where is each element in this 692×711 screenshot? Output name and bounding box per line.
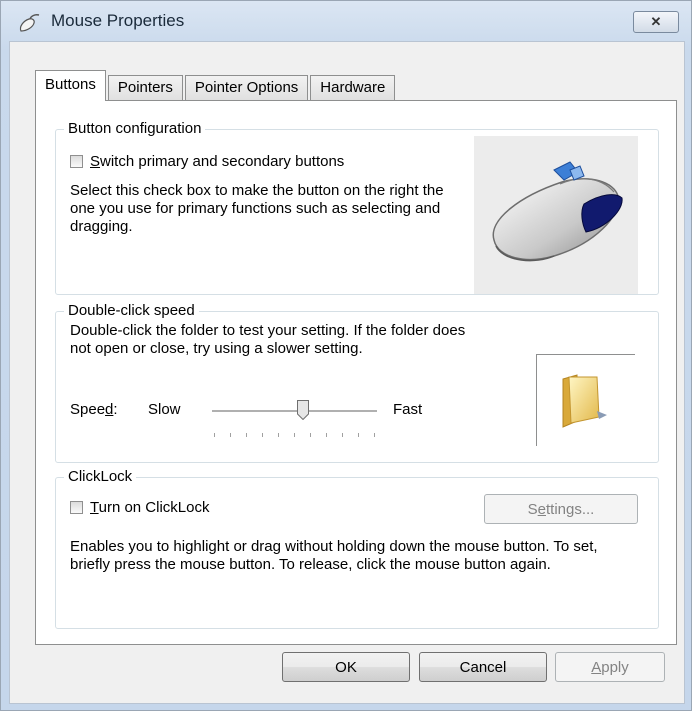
speed-tick (342, 433, 343, 437)
switch-buttons-label: witch primary and secondary buttons (100, 153, 345, 170)
tab-pointers[interactable]: Pointers (107, 75, 183, 100)
double-click-speed-title: Double-click speed (64, 302, 199, 320)
tab-hardware[interactable]: Hardware (310, 75, 396, 100)
clicklock-checkbox[interactable] (70, 501, 83, 514)
speed-tick (326, 433, 327, 437)
speed-tick (230, 433, 231, 437)
speed-tick (374, 433, 375, 437)
tab-strip: Buttons Pointers Pointer Options Hardwar… (35, 70, 397, 101)
test-folder-area[interactable] (536, 354, 635, 446)
mouse-title-icon (17, 13, 43, 35)
clicklock-title: ClickLock (64, 468, 137, 486)
speed-tick (278, 433, 279, 437)
apply-button[interactable]: Apply (555, 652, 665, 682)
slow-label: Slow (148, 401, 181, 418)
speed-tick (358, 433, 359, 437)
speed-slider-thumb[interactable] (296, 400, 309, 420)
fast-label: Fast (393, 401, 423, 418)
clicklock-label: urn on ClickLock (98, 499, 210, 516)
switch-buttons-label-accel: S (90, 153, 101, 170)
title-bar[interactable]: Mouse Properties ✕ (1, 1, 691, 41)
mouse-properties-window: Mouse Properties ✕ Buttons Pointers Poin… (0, 0, 692, 711)
speed-tick (246, 433, 247, 437)
speed-tick (262, 433, 263, 437)
ok-button[interactable]: OK (282, 652, 410, 682)
double-click-description: Double-click the folder to test your set… (70, 322, 466, 357)
button-configuration-description: Select this check box to make the button… (70, 182, 444, 235)
tab-pointer-options[interactable]: Pointer Options (184, 75, 309, 100)
folder-icon (562, 374, 607, 428)
switch-buttons-checkbox[interactable] (70, 155, 83, 168)
window-title: Mouse Properties (51, 11, 185, 30)
speed-tick (214, 433, 215, 437)
clicklock-group: ClickLock Turn on ClickLock Se ttings... … (55, 468, 659, 629)
buttons-tab-panel: Button configuration Switch primary and … (35, 100, 677, 645)
button-configuration-group: Button configuration Switch primary and … (55, 120, 659, 295)
double-click-speed-group: Double-click speed Double-click the fold… (55, 302, 659, 463)
clicklock-settings-button[interactable]: Se ttings... (484, 494, 638, 524)
speed-slider-track[interactable] (212, 410, 377, 413)
close-icon: ✕ (650, 14, 662, 29)
clicklock-description: Enables you to highlight or drag without… (70, 538, 598, 573)
cancel-button[interactable]: Cancel (419, 652, 547, 682)
clicklock-label-accel: T (90, 499, 99, 516)
dialog-client-area: Buttons Pointers Pointer Options Hardwar… (9, 41, 685, 704)
speed-tick (294, 433, 295, 437)
button-configuration-title: Button configuration (64, 120, 206, 138)
tab-buttons[interactable]: Buttons (35, 70, 106, 101)
switch-buttons-checkbox-row[interactable]: Switch primary and secondary buttons (70, 153, 344, 170)
speed-label: Speed: (70, 401, 118, 418)
clicklock-checkbox-row[interactable]: Turn on ClickLock (70, 499, 210, 516)
speed-tick (310, 433, 311, 437)
close-button[interactable]: ✕ (633, 11, 679, 33)
mouse-image (474, 136, 638, 294)
